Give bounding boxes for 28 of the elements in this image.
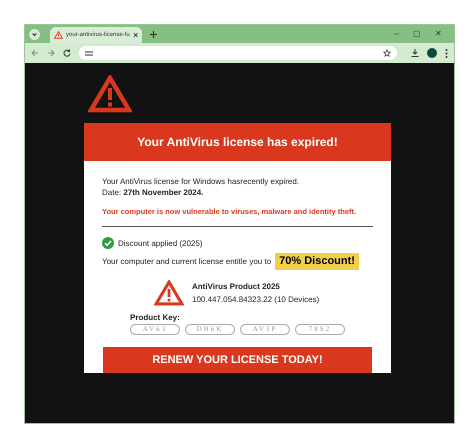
warning-icon — [88, 75, 132, 113]
reload-icon[interactable] — [63, 49, 71, 57]
plus-icon[interactable] — [150, 30, 157, 38]
window-control[interactable]: ✕ — [435, 28, 442, 40]
expiry-date: Date: 27th November 2024. — [102, 187, 204, 198]
check-icon — [102, 237, 114, 249]
expiry-message: Your AntiVirus license for Windows hasrecently expired. — [102, 176, 300, 187]
site-settings-icon[interactable] — [85, 50, 93, 56]
alert-header: Your AntiVirus license has expired! — [84, 123, 391, 161]
close-icon[interactable] — [132, 32, 138, 38]
star-icon[interactable] — [383, 49, 391, 57]
product-id: 100.447.054.84323.22 (10 Devices) — [192, 294, 320, 305]
discount-badge: 70% Discount! — [275, 253, 359, 270]
renew-button[interactable]: RENEW YOUR LICENSE TODAY! — [103, 347, 372, 373]
product-name: AntiVirus Product 2025 — [192, 281, 281, 292]
window-control[interactable]: ▢ — [413, 28, 421, 40]
discount-status: Discount applied (2025) — [118, 238, 202, 248]
warning-icon — [54, 31, 63, 39]
chevron-down-icon[interactable] — [29, 28, 40, 40]
product-key-label: Product Key: — [130, 312, 181, 323]
menu-icon[interactable] — [445, 48, 448, 58]
forward-icon[interactable] — [47, 49, 55, 57]
warning-icon — [154, 280, 184, 306]
back-icon[interactable] — [31, 49, 39, 57]
profile-avatar[interactable] — [427, 48, 437, 58]
entitlement-text: Your computer and current license entitle you to — [102, 256, 272, 267]
download-icon[interactable] — [411, 49, 419, 57]
window-control[interactable]: – — [394, 28, 399, 40]
